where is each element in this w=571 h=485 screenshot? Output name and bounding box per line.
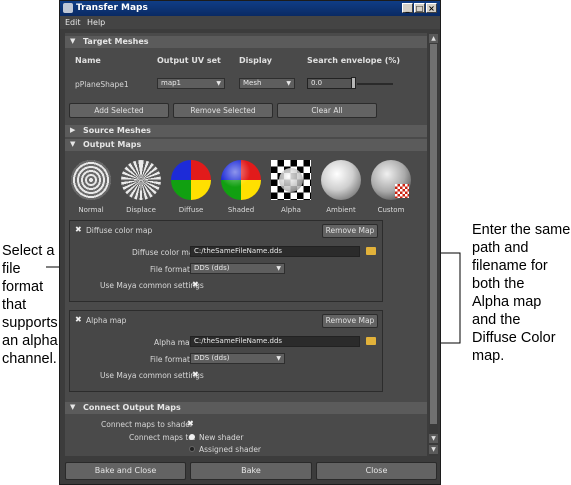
display-dropdown[interactable]: Mesh ▼ xyxy=(239,78,295,89)
collapse-arrow-icon: ▼ xyxy=(70,403,76,411)
displace-map-icon[interactable] xyxy=(121,160,161,200)
right-annotation: Enter the same path and filename for bot… xyxy=(472,222,571,364)
diffuse-field-label: Diffuse color map xyxy=(132,248,199,257)
alpha-enable-checkbox[interactable]: ✖ xyxy=(75,316,83,324)
source-meshes-header[interactable]: ▶ Source Meshes xyxy=(65,125,427,137)
scroll-up-icon[interactable]: ▲ xyxy=(429,34,438,43)
column-search-envelope: Search envelope (%) xyxy=(307,56,401,65)
scrollbar-thumb[interactable] xyxy=(430,44,437,424)
bake-and-close-button[interactable]: Bake and Close xyxy=(65,462,186,480)
map-label-diffuse: Diffuse xyxy=(178,206,204,214)
map-label-displace: Displace xyxy=(126,206,156,214)
remove-selected-button[interactable]: Remove Selected xyxy=(173,103,273,118)
shaded-map-icon[interactable] xyxy=(221,160,261,200)
menu-edit[interactable]: Edit xyxy=(65,18,81,27)
diffuse-common-settings-checkbox[interactable]: ✖ xyxy=(192,281,200,289)
diffuse-remove-map-button[interactable]: Remove Map xyxy=(322,224,378,238)
folder-icon[interactable] xyxy=(366,337,376,345)
diffuse-format-dropdown[interactable]: DDS (dds) ▼ xyxy=(190,263,285,274)
clear-all-button[interactable]: Clear All xyxy=(277,103,377,118)
alpha-common-settings-checkbox[interactable]: ✖ xyxy=(192,371,200,379)
column-display: Display xyxy=(239,56,272,65)
new-shader-label: New shader xyxy=(199,433,244,442)
map-label-alpha: Alpha xyxy=(281,206,301,214)
mesh-name: pPlaneShape1 xyxy=(75,80,129,89)
alpha-map-icon[interactable] xyxy=(271,160,311,200)
scroll-down-icon[interactable]: ▼ xyxy=(429,445,438,454)
alpha-format-dropdown[interactable]: DDS (dds) ▼ xyxy=(190,353,285,364)
connect-shader-label: Connect maps to shader xyxy=(101,420,193,429)
left-annotation: Select a file format that supports an al… xyxy=(2,243,58,367)
map-label-ambient: Ambient xyxy=(326,206,356,214)
custom-map-icon[interactable] xyxy=(371,160,411,200)
assigned-shader-radio[interactable] xyxy=(189,446,195,452)
chevron-down-icon: ▼ xyxy=(216,80,221,87)
window-title: Transfer Maps xyxy=(76,3,148,13)
uv-set-dropdown[interactable]: map1 ▼ xyxy=(157,78,225,89)
assigned-shader-label: Assigned shader xyxy=(199,445,262,454)
expand-arrow-icon: ▶ xyxy=(70,126,76,134)
normal-map-icon[interactable] xyxy=(71,160,111,200)
diffuse-map-icon[interactable] xyxy=(171,160,211,200)
close-button[interactable]: Close xyxy=(316,462,437,480)
alpha-remove-map-button[interactable]: Remove Map xyxy=(322,314,378,328)
column-name: Name xyxy=(75,56,101,65)
maximize-icon[interactable]: □ xyxy=(414,3,425,13)
diffuse-enable-checkbox[interactable]: ✖ xyxy=(75,226,83,234)
map-label-shaded: Shaded xyxy=(227,206,255,214)
column-output-uv-set: Output UV set xyxy=(157,56,221,65)
alpha-format-label: File format: xyxy=(150,355,193,364)
envelope-field[interactable]: 0.0 xyxy=(307,78,353,89)
scroll-down-icon[interactable]: ▼ xyxy=(429,434,438,443)
menu-help[interactable]: Help xyxy=(87,18,105,27)
connect-shader-checkbox[interactable]: ✖ xyxy=(187,420,195,428)
map-label-normal: Normal xyxy=(78,206,104,214)
app-icon xyxy=(63,3,73,13)
envelope-slider[interactable] xyxy=(357,83,393,85)
alpha-map-panel: ✖ Alpha map Remove Map Alpha map C:/theS… xyxy=(69,310,383,392)
chevron-down-icon: ▼ xyxy=(276,355,281,362)
title-bar: Transfer Maps _ □ × xyxy=(60,1,440,16)
target-meshes-header[interactable]: ▼ Target Meshes xyxy=(65,36,427,48)
diffuse-map-panel: ✖ Diffuse color map Remove Map Diffuse c… xyxy=(69,220,383,302)
collapse-arrow-icon: ▼ xyxy=(70,140,76,148)
diffuse-common-settings-label: Use Maya common settings xyxy=(100,281,204,290)
alpha-common-settings-label: Use Maya common settings xyxy=(100,371,204,380)
chevron-down-icon: ▼ xyxy=(286,80,291,87)
vertical-scrollbar[interactable]: ▲ ▼ ▼ xyxy=(429,34,438,456)
output-maps-header[interactable]: ▼ Output Maps xyxy=(65,139,427,151)
new-shader-radio[interactable] xyxy=(189,434,195,440)
diffuse-path-field[interactable]: C:/theSameFileName.dds xyxy=(190,246,360,257)
slider-handle[interactable] xyxy=(351,77,356,89)
folder-icon[interactable] xyxy=(366,247,376,255)
alpha-panel-title: Alpha map xyxy=(86,316,127,325)
alpha-path-field[interactable]: C:/theSameFileName.dds xyxy=(190,336,360,347)
diffuse-format-label: File format: xyxy=(150,265,193,274)
menu-bar: Edit Help xyxy=(60,16,440,29)
connect-output-maps-header[interactable]: ▼ Connect Output Maps xyxy=(65,402,427,414)
bake-button[interactable]: Bake xyxy=(190,462,312,480)
add-selected-button[interactable]: Add Selected xyxy=(69,103,169,118)
main-panel: ▼ Target Meshes Name Output UV set Displ… xyxy=(65,33,427,456)
close-icon[interactable]: × xyxy=(426,3,437,13)
chevron-down-icon: ▼ xyxy=(276,265,281,272)
transfer-maps-window: Transfer Maps _ □ × Edit Help ▼ Target M… xyxy=(59,0,441,485)
diffuse-panel-title: Diffuse color map xyxy=(86,226,153,235)
ambient-map-icon[interactable] xyxy=(321,160,361,200)
collapse-arrow-icon: ▼ xyxy=(70,37,76,45)
map-label-custom: Custom xyxy=(377,206,405,214)
alpha-field-label: Alpha map xyxy=(154,338,195,347)
connect-maps-to-label: Connect maps to: xyxy=(129,433,196,442)
minimize-icon[interactable]: _ xyxy=(402,3,413,13)
